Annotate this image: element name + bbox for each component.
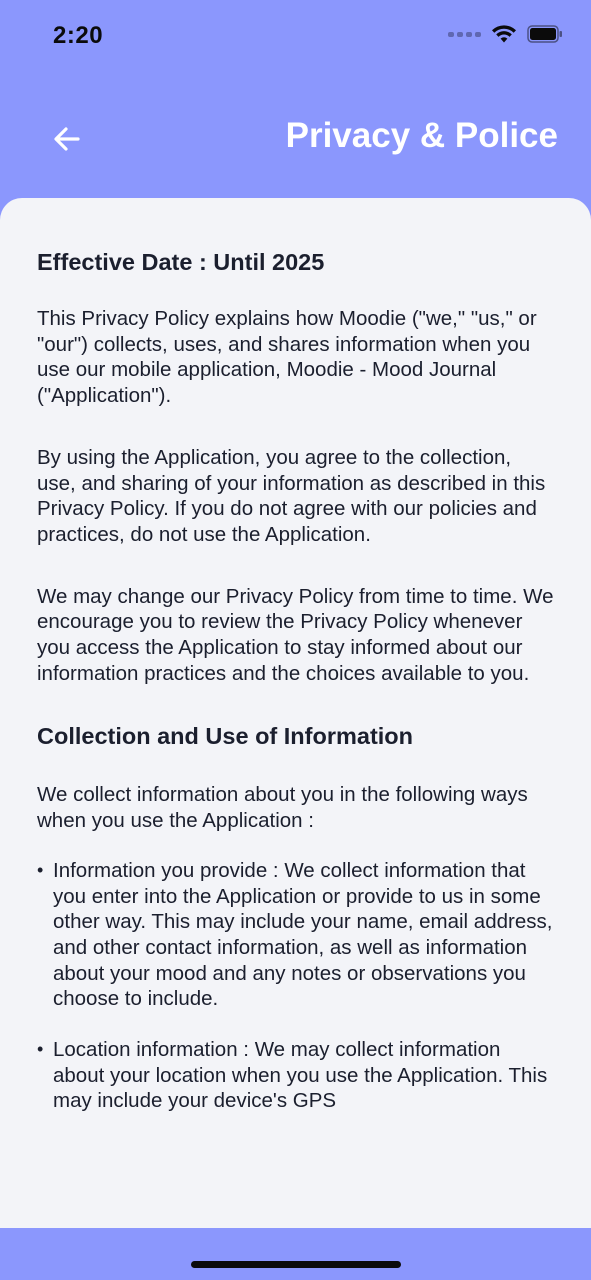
back-button[interactable] bbox=[46, 118, 88, 160]
collection-bullet-list: • Information you provide : We collect i… bbox=[37, 858, 555, 1114]
collection-heading: Collection and Use of Information bbox=[37, 723, 414, 750]
battery-icon bbox=[527, 25, 562, 43]
page-title: Privacy & Police bbox=[285, 116, 558, 155]
cellular-signal-icon bbox=[448, 31, 481, 37]
bullet-icon: • bbox=[37, 1039, 44, 1060]
collection-intro-paragraph: We collect information about you in the … bbox=[37, 783, 528, 833]
status-time: 2:20 bbox=[53, 22, 104, 49]
list-item: • Information you provide : We collect i… bbox=[37, 858, 555, 1012]
status-icons bbox=[448, 24, 563, 44]
effective-date-heading: Effective Date : Until 2025 bbox=[37, 249, 325, 275]
bullet-text: Location information : We may collect in… bbox=[53, 1038, 548, 1113]
bullet-icon: • bbox=[37, 859, 44, 880]
changes-paragraph: We may change our Privacy Policy from ti… bbox=[37, 584, 554, 685]
agreement-paragraph: By using the Application, you agree to t… bbox=[37, 445, 546, 546]
status-bar: 2:20 bbox=[0, 0, 591, 80]
intro-paragraph: This Privacy Policy explains how Moodie … bbox=[37, 307, 537, 408]
list-item: • Location information : We may collect … bbox=[37, 1037, 555, 1114]
bullet-text: Information you provide : We collect inf… bbox=[53, 858, 553, 1011]
bottom-bar bbox=[0, 1228, 591, 1280]
arrow-left-icon bbox=[54, 127, 80, 151]
app-header: Privacy & Police bbox=[0, 100, 591, 180]
wifi-icon bbox=[492, 25, 516, 43]
home-indicator[interactable] bbox=[191, 1261, 401, 1268]
policy-content-card[interactable]: Effective Date : Until 2025 This Privacy… bbox=[0, 198, 591, 1228]
policy-scroll-area[interactable]: Effective Date : Until 2025 This Privacy… bbox=[0, 198, 591, 1192]
